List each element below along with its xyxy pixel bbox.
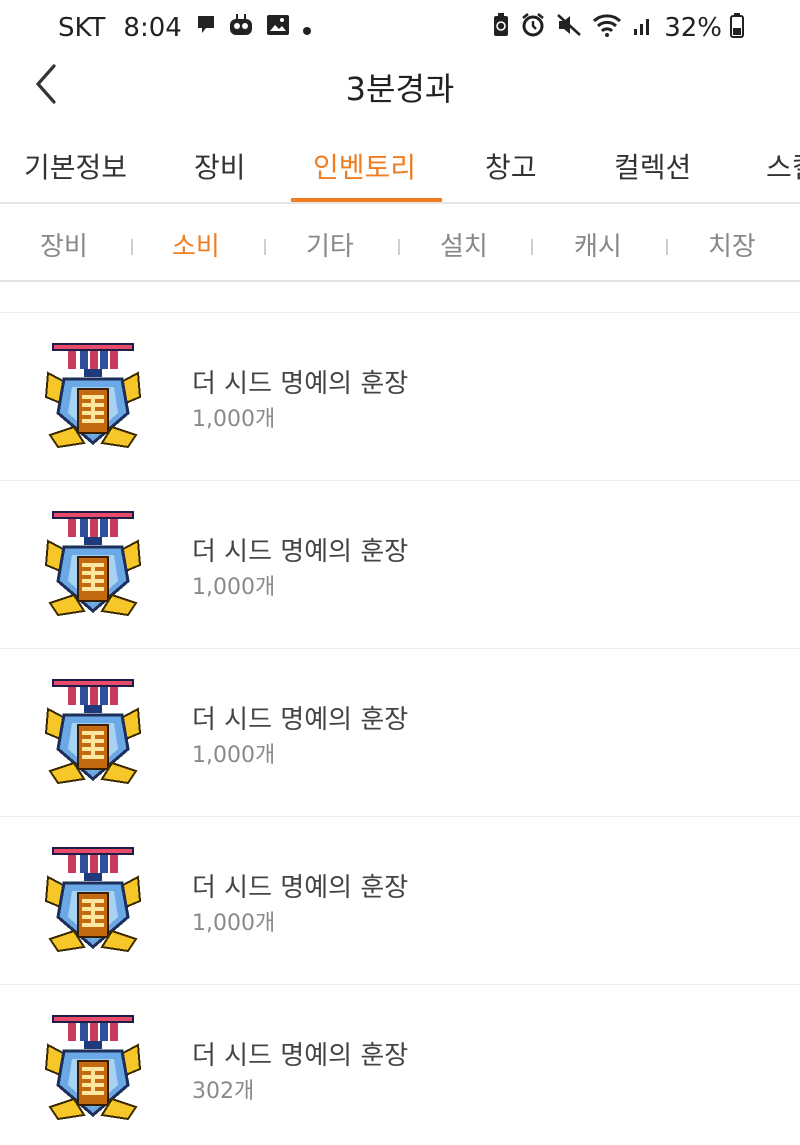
subtab-divider [131, 239, 133, 255]
subtab-cash[interactable]: 캐시 [574, 226, 622, 263]
item-name: 더 시드 명예의 훈장 [192, 537, 409, 567]
dot-icon [302, 13, 312, 43]
battery-icon [730, 12, 744, 45]
subtab-divider [398, 239, 400, 255]
inventory-list: 더 시드 명예의 훈장 1,000개 더 시드 명예의 훈장 1,000개 더 … [0, 312, 800, 1145]
item-count: 1,000개 [192, 407, 276, 432]
active-tab-indicator [291, 198, 442, 202]
subtab-decoration[interactable]: 치장 [708, 226, 756, 263]
bot-icon [228, 13, 254, 44]
message-icon [196, 13, 216, 43]
item-count: 1,000개 [192, 911, 276, 936]
medal-icon [44, 679, 142, 785]
item-name: 더 시드 명예의 훈장 [192, 705, 409, 735]
list-item[interactable]: 더 시드 명예의 훈장 1,000개 [0, 481, 800, 649]
clock: 8:04 [123, 13, 182, 43]
carrier-label: SKT [58, 13, 106, 43]
inventory-subtabs: 장비 소비 기타 설치 캐시 치장 [0, 206, 800, 282]
item-count: 1,000개 [192, 575, 276, 600]
medal-icon [44, 847, 142, 953]
subtab-divider [264, 239, 266, 255]
subtab-setup[interactable]: 설치 [440, 226, 488, 263]
signal-icon [632, 13, 654, 44]
item-count: 1,000개 [192, 743, 276, 768]
tab-collection[interactable]: 컬렉션 [614, 146, 691, 186]
subtab-etc[interactable]: 기타 [306, 226, 354, 263]
list-item[interactable]: 더 시드 명예의 훈장 1,000개 [0, 313, 800, 481]
item-count: 302개 [192, 1079, 255, 1104]
medal-icon [44, 1015, 142, 1121]
list-item[interactable]: 더 시드 명예의 훈장 302개 [0, 985, 800, 1145]
medal-icon [44, 343, 142, 449]
status-bar-left: SKT 8:04 [58, 10, 324, 46]
alarm-icon [520, 12, 546, 45]
item-name: 더 시드 명예의 훈장 [192, 1041, 409, 1071]
tab-skill[interactable]: 스킬 [766, 146, 800, 186]
app-header: 3분경과 [0, 56, 800, 112]
item-name: 더 시드 명예의 훈장 [192, 369, 409, 399]
medal-icon [44, 511, 142, 617]
subtab-consumable[interactable]: 소비 [172, 226, 220, 263]
tab-inventory[interactable]: 인벤토리 [313, 146, 416, 186]
subtab-divider [531, 239, 533, 255]
subtab-equipment[interactable]: 장비 [40, 226, 88, 263]
subtab-divider [666, 239, 668, 255]
tab-basic-info[interactable]: 기본정보 [24, 146, 127, 186]
tab-equipment[interactable]: 장비 [194, 146, 246, 186]
tab-storage[interactable]: 창고 [485, 146, 537, 186]
page-title: 3분경과 [345, 70, 455, 108]
main-tabs: 기본정보 장비 인벤토리 창고 컬렉션 스킬 [0, 130, 800, 204]
status-bar-right: 32% [492, 10, 744, 46]
list-item[interactable]: 더 시드 명예의 훈장 1,000개 [0, 817, 800, 985]
list-item[interactable]: 더 시드 명예의 훈장 1,000개 [0, 649, 800, 817]
gallery-icon [266, 13, 290, 43]
battery-saver-icon [492, 12, 510, 45]
item-name: 더 시드 명예의 훈장 [192, 873, 409, 903]
mute-icon [556, 13, 582, 44]
status-bar: SKT 8:04 32% [0, 0, 800, 56]
wifi-icon [592, 13, 622, 44]
battery-percent: 32% [664, 13, 722, 43]
